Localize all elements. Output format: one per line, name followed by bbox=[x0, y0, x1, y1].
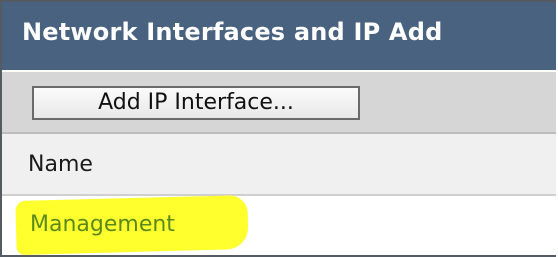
table-header-row: Name bbox=[2, 132, 556, 196]
add-ip-interface-button[interactable]: Add IP Interface... bbox=[32, 86, 360, 120]
interface-name-link[interactable]: Management bbox=[30, 212, 175, 237]
panel-title: Network Interfaces and IP Add bbox=[22, 18, 443, 46]
table-row[interactable]: Management bbox=[2, 194, 556, 255]
panel-toolbar: Add IP Interface... bbox=[2, 72, 556, 132]
column-header-name[interactable]: Name bbox=[28, 152, 93, 177]
network-interfaces-panel: Network Interfaces and IP Add Add IP Int… bbox=[0, 0, 556, 257]
panel-title-bar: Network Interfaces and IP Add bbox=[2, 2, 556, 70]
